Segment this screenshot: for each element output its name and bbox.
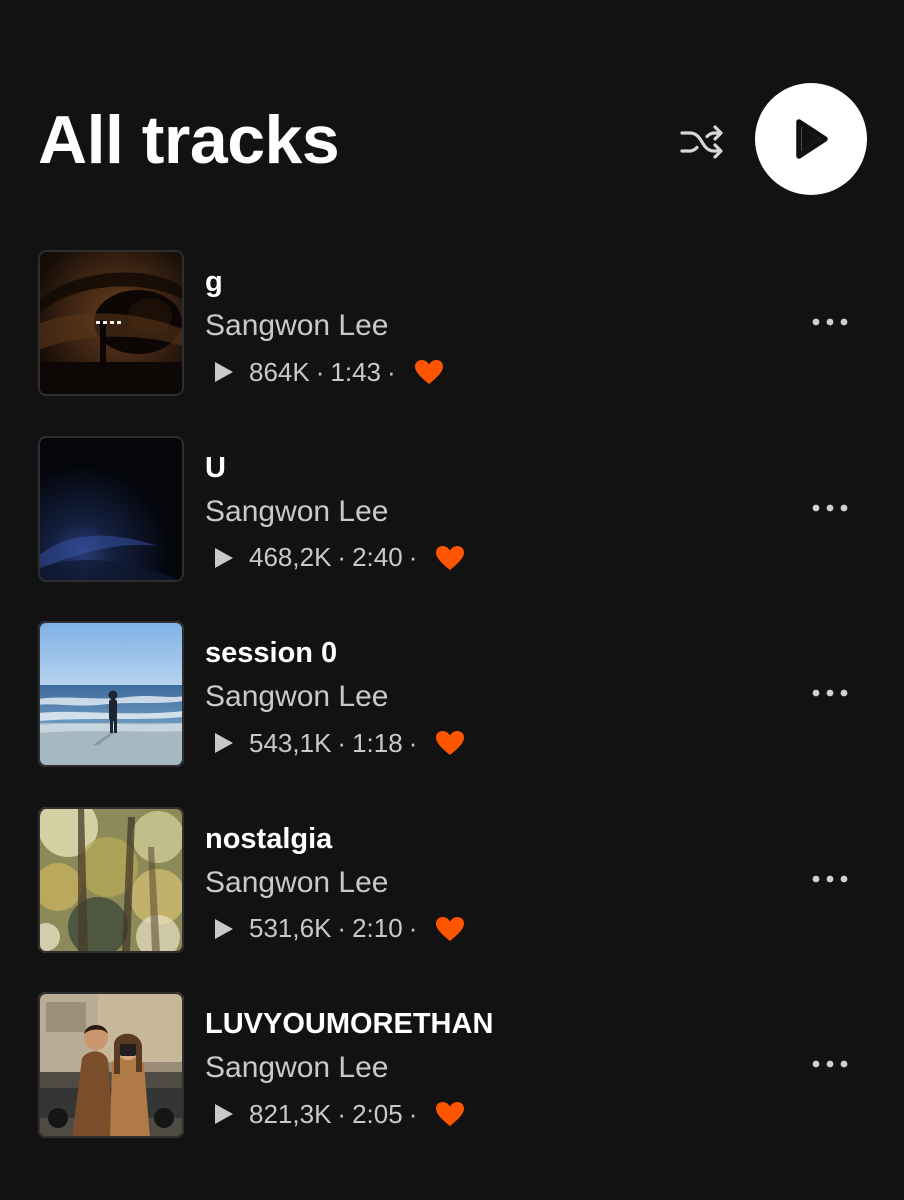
- track-list: g Sangwon Lee 864K · 1:43 · U Sangwon Le…: [0, 250, 904, 1178]
- track-title: session 0: [205, 637, 338, 669]
- track-artist[interactable]: Sangwon Lee: [205, 865, 389, 901]
- liked-heart-icon[interactable]: [414, 359, 444, 385]
- header: All tracks: [0, 0, 904, 230]
- dark-blue-artwork: [38, 435, 184, 582]
- track-row[interactable]: LUVYOUMORETHAN Sangwon Lee 821,3K · 2:05…: [0, 992, 904, 1178]
- track-title: g: [205, 266, 223, 298]
- track-row[interactable]: U Sangwon Lee 468,2K · 2:40 ·: [0, 435, 904, 622]
- play-count-icon: [213, 360, 235, 384]
- track-artist[interactable]: Sangwon Lee: [205, 679, 389, 715]
- liked-heart-icon[interactable]: [435, 1101, 465, 1127]
- play-count: 864K: [249, 356, 310, 387]
- liked-heart-icon[interactable]: [435, 916, 465, 942]
- track-duration: 2:10: [352, 913, 403, 943]
- track-title: U: [205, 451, 226, 484]
- track-artist[interactable]: Sangwon Lee: [205, 1050, 389, 1086]
- more-options-button[interactable]: [806, 859, 854, 899]
- more-options-button[interactable]: [806, 488, 854, 528]
- couple-artwork: [38, 992, 184, 1138]
- play-icon: [796, 119, 828, 159]
- play-count: 543,1K: [249, 727, 332, 758]
- meta-separator: ·: [337, 727, 347, 758]
- track-artwork: [38, 250, 184, 396]
- play-count-icon: [213, 546, 235, 570]
- meta-separator: ·: [408, 913, 418, 943]
- play-all-button[interactable]: [755, 83, 867, 195]
- meta-separator: ·: [337, 913, 347, 943]
- track-artwork: [38, 435, 184, 582]
- play-count-icon: [213, 1102, 235, 1126]
- more-options-button[interactable]: [806, 673, 854, 713]
- more-icon: [812, 689, 848, 697]
- more-icon: [812, 875, 848, 882]
- more-icon: [812, 318, 848, 326]
- shuffle-icon: [680, 125, 723, 159]
- track-artist[interactable]: Sangwon Lee: [205, 494, 389, 530]
- track-meta: 543,1K · 1:18 ·: [213, 725, 465, 761]
- play-count: 468,2K: [249, 542, 332, 572]
- track-artwork: [38, 992, 184, 1138]
- track-title: LUVYOUMORETHAN: [205, 1008, 494, 1040]
- meta-separator: ·: [387, 356, 396, 387]
- meta-separator: ·: [337, 542, 347, 572]
- page-title: All tracks: [38, 102, 340, 178]
- shuffle-button[interactable]: [676, 116, 728, 168]
- beach-artwork: [38, 621, 184, 767]
- play-count-icon: [213, 917, 235, 941]
- trees-artwork: [38, 806, 184, 953]
- track-row[interactable]: g Sangwon Lee 864K · 1:43 ·: [0, 250, 904, 436]
- meta-separator: ·: [408, 542, 418, 572]
- track-meta: 864K · 1:43 ·: [213, 354, 444, 390]
- play-count-icon: [213, 731, 235, 755]
- more-icon: [812, 504, 848, 511]
- liked-heart-icon[interactable]: [435, 730, 465, 756]
- track-meta: 468,2K · 2:40 ·: [213, 540, 465, 576]
- play-count: 531,6K: [249, 913, 332, 943]
- meta-separator: ·: [408, 1098, 418, 1129]
- more-options-button[interactable]: [806, 302, 854, 342]
- track-meta: 531,6K · 2:10 ·: [213, 911, 465, 947]
- dark-eye-artwork: [38, 250, 184, 396]
- track-duration: 2:40: [352, 542, 403, 572]
- track-artist[interactable]: Sangwon Lee: [205, 308, 389, 344]
- more-icon: [812, 1060, 848, 1068]
- meta-separator: ·: [315, 356, 325, 387]
- play-count: 821,3K: [249, 1098, 332, 1129]
- track-duration: 1:43: [330, 356, 382, 387]
- track-duration: 1:18: [352, 727, 403, 758]
- track-row[interactable]: session 0 Sangwon Lee 543,1K · 1:18 ·: [0, 621, 904, 807]
- meta-separator: ·: [337, 1098, 347, 1129]
- track-row[interactable]: nostalgia Sangwon Lee 531,6K · 2:10 ·: [0, 806, 904, 993]
- track-artwork: [38, 621, 184, 767]
- more-options-button[interactable]: [806, 1044, 854, 1084]
- track-meta: 821,3K · 2:05 ·: [213, 1096, 465, 1132]
- meta-separator: ·: [408, 727, 418, 758]
- track-title: nostalgia: [205, 822, 333, 855]
- track-duration: 2:05: [352, 1098, 403, 1129]
- track-artwork: [38, 806, 184, 953]
- liked-heart-icon[interactable]: [435, 545, 465, 571]
